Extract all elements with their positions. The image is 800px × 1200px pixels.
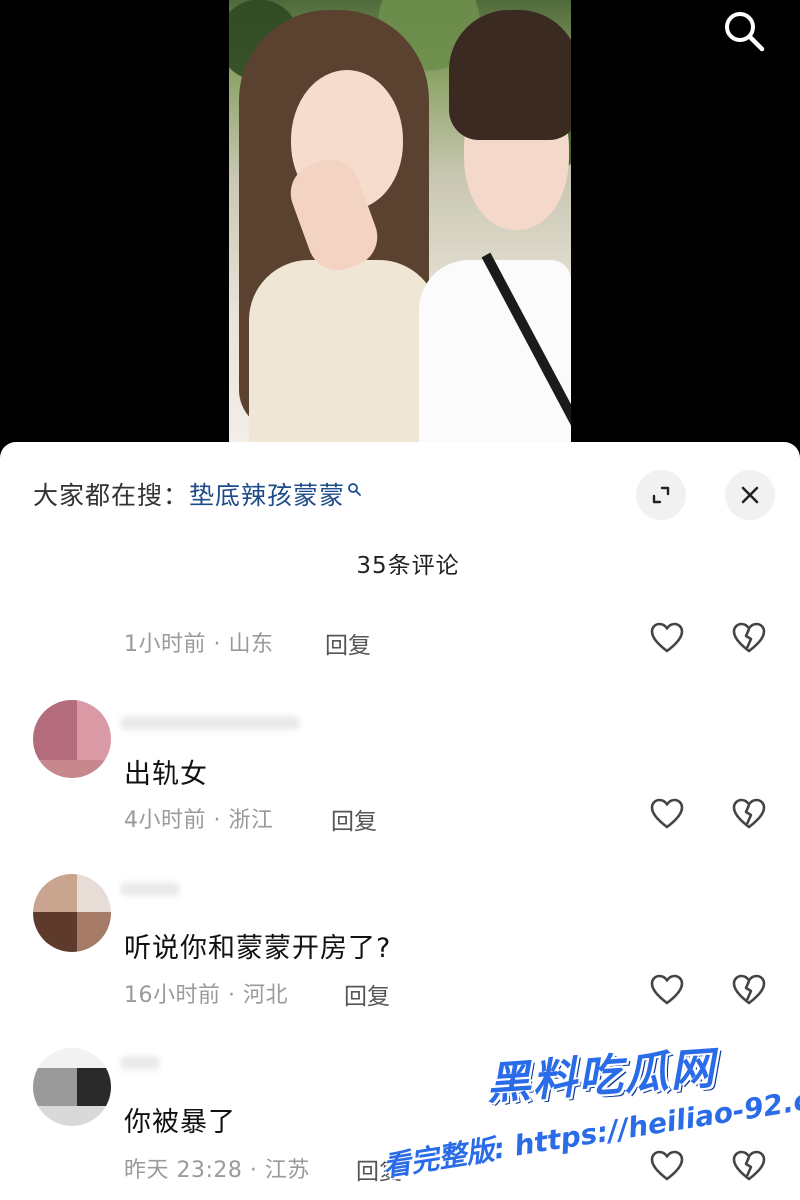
comment-time: 16小时前	[124, 983, 221, 1008]
heart-icon	[650, 1150, 684, 1181]
like-button[interactable]	[647, 1146, 687, 1186]
expand-icon	[652, 486, 670, 504]
like-button[interactable]	[647, 970, 687, 1010]
sheet-header: 大家都在搜： 垫底辣孩蒙蒙 35条评论	[0, 442, 800, 579]
broken-heart-icon	[732, 622, 766, 653]
expand-button[interactable]	[636, 470, 686, 520]
comment-sheet: 大家都在搜： 垫底辣孩蒙蒙 35条评论 1小时前 · 山东 回复 出轨女 4小时…	[0, 442, 800, 1200]
broken-heart-icon	[732, 1150, 766, 1181]
comment-text: 你被暴了	[124, 1107, 236, 1138]
comment-location: 浙江	[228, 808, 274, 833]
trending-term-link[interactable]: 垫底辣孩蒙蒙	[189, 476, 345, 512]
comment-count: 35条评论	[356, 553, 460, 579]
like-button[interactable]	[647, 794, 687, 834]
comment-text: 听说你和蒙蒙开房了?	[124, 933, 392, 964]
username-blurred	[120, 716, 300, 730]
comment-location: 江苏	[264, 1158, 310, 1183]
reply-button[interactable]: 回复	[325, 626, 371, 660]
close-button[interactable]	[725, 470, 775, 520]
video-person-left	[239, 10, 439, 444]
meta-separator: ·	[249, 1158, 265, 1183]
meta-separator: ·	[213, 808, 229, 833]
heart-icon	[650, 798, 684, 829]
comment-location: 山东	[228, 632, 274, 657]
comment-time: 4小时前	[124, 808, 206, 833]
comment-time: 1小时前	[124, 632, 206, 657]
dislike-button[interactable]	[729, 1146, 769, 1186]
comment-item: 听说你和蒙蒙开房了? 16小时前 · 河北 回复	[0, 874, 800, 1024]
avatar[interactable]	[33, 1048, 111, 1126]
username-blurred	[120, 1056, 160, 1070]
comment-meta: 4小时前 · 浙江	[124, 802, 274, 834]
comment-item: 你被暴了 昨天 23:28 · 江苏 回复	[0, 1048, 800, 1200]
dislike-button[interactable]	[729, 794, 769, 834]
trending-prefix: 大家都在搜：	[33, 481, 190, 510]
comment-meta: 16小时前 · 河北	[124, 977, 288, 1009]
comment-item: 1小时前 · 山东 回复	[0, 602, 800, 682]
broken-heart-icon	[732, 798, 766, 829]
like-button[interactable]	[647, 618, 687, 658]
comment-time: 昨天 23:28	[124, 1158, 243, 1183]
username-blurred	[120, 882, 180, 896]
comment-item: 出轨女 4小时前 · 浙江 回复	[0, 700, 800, 850]
search-button[interactable]	[716, 6, 772, 56]
search-icon	[725, 12, 765, 52]
comment-meta: 1小时前 · 山东	[124, 626, 274, 658]
comment-meta: 昨天 23:28 · 江苏	[124, 1152, 310, 1184]
meta-separator: ·	[228, 983, 243, 1008]
close-icon	[741, 486, 759, 504]
video-player[interactable]	[229, 0, 571, 444]
heart-icon	[650, 622, 684, 653]
meta-separator: ·	[213, 632, 229, 657]
comment-text: 出轨女	[124, 759, 208, 790]
app-screen: 大家都在搜： 垫底辣孩蒙蒙 35条评论 1小时前 · 山东 回复 出轨女 4小时…	[0, 0, 800, 1200]
dislike-button[interactable]	[729, 970, 769, 1010]
dislike-button[interactable]	[729, 618, 769, 658]
reply-button[interactable]: 回复	[356, 1152, 402, 1186]
avatar[interactable]	[33, 874, 111, 952]
heart-icon	[650, 974, 684, 1005]
broken-heart-icon	[732, 974, 766, 1005]
video-person-right	[419, 10, 571, 444]
avatar[interactable]	[33, 700, 111, 778]
reply-button[interactable]: 回复	[344, 977, 390, 1011]
trending-search[interactable]: 大家都在搜： 垫底辣孩蒙蒙	[33, 476, 361, 512]
reply-button[interactable]: 回复	[331, 802, 377, 836]
trending-search-icon	[347, 473, 361, 502]
comment-location: 河北	[243, 983, 289, 1008]
